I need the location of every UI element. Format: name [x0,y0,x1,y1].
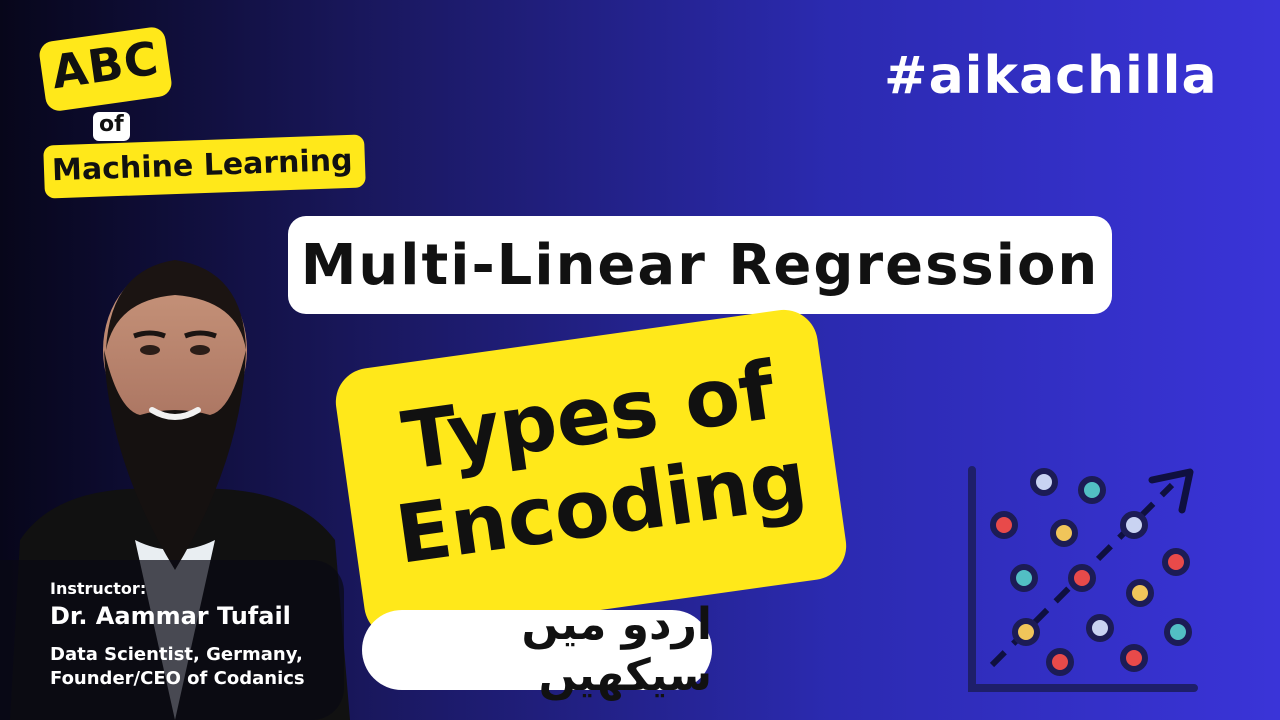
instructor-name: Dr. Aammar Tufail [50,602,291,630]
instructor-role-line-1: Data Scientist, Germany, [50,644,303,665]
scatter-plot-icon [968,466,1198,692]
lesson-title: Multi-Linear Regression [288,216,1112,314]
instructor-label: Instructor: [50,579,147,598]
instructor-role-line-2: Founder/CEO of Codanics [50,668,305,689]
urdu-tagline: اردو میں سیکھیں [362,599,712,701]
hashtag: #aikachilla [884,46,1218,106]
thumbnail-canvas: ABC of Machine Learning #aikachilla Mult… [0,0,1280,720]
of-chip: of [93,112,130,141]
machine-learning-chip: Machine Learning [43,134,366,199]
abc-badge: ABC [37,25,174,113]
